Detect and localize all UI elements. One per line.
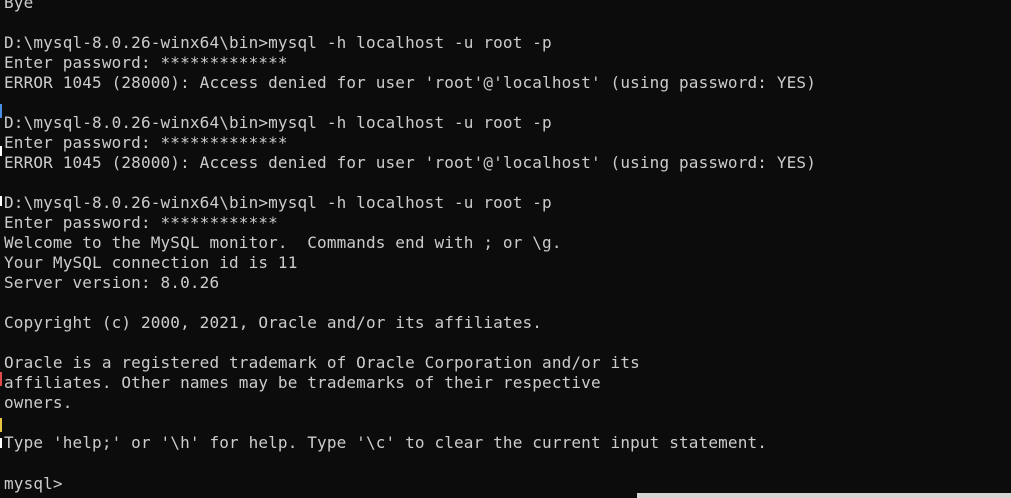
edge-marker-blue bbox=[0, 104, 2, 118]
console-line: Enter password: ************* bbox=[4, 133, 288, 152]
edge-marker-white bbox=[0, 146, 2, 156]
edge-marker-white-2 bbox=[0, 196, 2, 206]
console-line: Enter password: ************* bbox=[4, 53, 288, 72]
prompt-text: mysql> bbox=[4, 474, 63, 493]
console-line: D:\mysql-8.0.26-winx64\bin>mysql -h loca… bbox=[4, 33, 552, 52]
console-line: affiliates. Other names may be trademark… bbox=[4, 373, 601, 392]
terminal-window[interactable]: Bye D:\mysql-8.0.26-winx64\bin>mysql -h l… bbox=[0, 0, 1011, 498]
console-line: Enter password: ************ bbox=[4, 213, 278, 232]
console-line: ERROR 1045 (28000): Access denied for us… bbox=[4, 153, 816, 172]
console-line: Copyright (c) 2000, 2021, Oracle and/or … bbox=[4, 313, 543, 332]
console-line: Server version: 8.0.26 bbox=[4, 273, 220, 292]
console-line: Welcome to the MySQL monitor. Commands e… bbox=[4, 233, 562, 252]
console-line: Type 'help;' or '\h' for help. Type '\c'… bbox=[4, 433, 768, 452]
console-line: D:\mysql-8.0.26-winx64\bin>mysql -h loca… bbox=[4, 113, 552, 132]
edge-marker-red bbox=[0, 372, 2, 386]
console-line: owners. bbox=[4, 393, 73, 412]
console-line: Bye bbox=[4, 0, 34, 12]
console-line: Oracle is a registered trademark of Orac… bbox=[4, 353, 640, 372]
console-line: D:\mysql-8.0.26-winx64\bin>mysql -h loca… bbox=[4, 193, 552, 212]
horizontal-scrollbar[interactable] bbox=[637, 493, 1011, 498]
edge-marker-yellow bbox=[0, 418, 2, 432]
console-line: Your MySQL connection id is 11 bbox=[4, 253, 298, 272]
console-output[interactable]: Bye D:\mysql-8.0.26-winx64\bin>mysql -h l… bbox=[4, 0, 816, 493]
console-line: ERROR 1045 (28000): Access denied for us… bbox=[4, 73, 816, 92]
edge-marker-white-3 bbox=[0, 438, 2, 448]
mysql-prompt[interactable]: mysql> bbox=[4, 473, 816, 493]
